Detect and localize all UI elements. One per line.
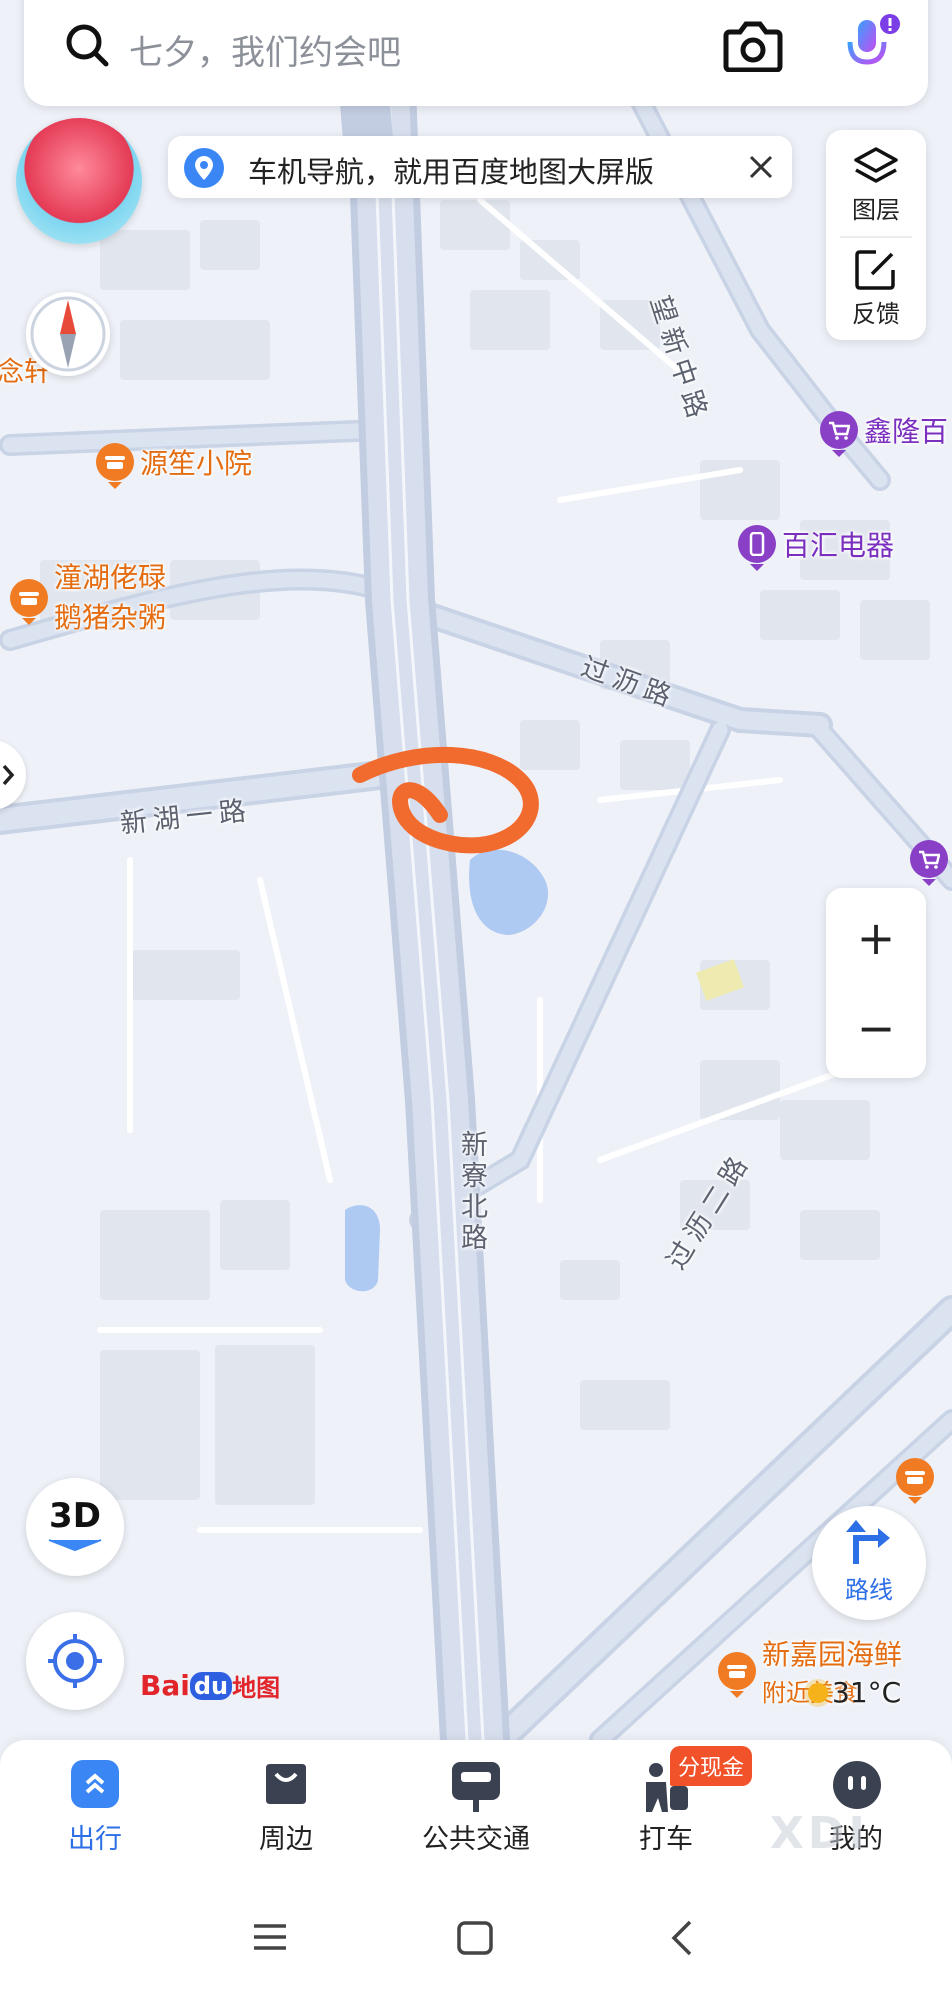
locate-icon [48,1634,102,1688]
locate-button[interactable] [26,1612,124,1710]
travel-icon [71,1760,119,1808]
road-label: 新寮北路 [456,1130,487,1254]
banner-text: 车机导航，就用百度地图大屏版 [248,155,655,189]
temperature: 31°C [832,1676,902,1709]
avatar-promo[interactable] [16,118,142,244]
system-back-button[interactable] [666,1918,696,1962]
nav-travel[interactable]: 出行 [15,1760,175,1860]
poi-restaurant[interactable] [896,1458,934,1504]
zoom-out-button[interactable]: − [826,988,926,1068]
sun-icon [808,1682,828,1703]
search-bar[interactable]: 七夕，我们约会吧 [24,0,928,106]
nav-label: 周边 [259,1824,313,1855]
plane-icon [48,1539,102,1552]
profile-icon [832,1760,882,1814]
route-button[interactable]: 路线 [812,1506,926,1620]
close-icon[interactable] [748,154,774,184]
shopping-cart-icon [820,411,858,457]
three-d-label: 3D [49,1496,101,1536]
divider [840,236,912,238]
menu-icon [254,1924,286,1950]
chevron-right-icon [2,764,15,786]
poi-label: 百汇电器 [782,529,895,562]
layers-button[interactable]: 图层 [826,140,926,232]
system-home-button[interactable] [456,1920,494,1960]
feedback-label: 反馈 [852,300,900,328]
search-icon [64,22,110,72]
nav-label: 公共交通 [422,1824,530,1855]
map-graphics [0,0,952,1775]
shopping-cart-icon [910,840,948,886]
baidu-logo: Bai du 地图 [140,1669,281,1702]
cash-badge: 分现金 [670,1746,753,1786]
nav-taxi[interactable]: 分现金 打车 [586,1746,753,1860]
poi-store[interactable] [910,840,948,886]
system-menu-button[interactable] [252,1922,288,1956]
zoom-in-button[interactable]: + [826,898,926,978]
layers-icon [854,147,898,183]
camera-icon[interactable] [722,20,784,76]
zoom-control: + − [826,888,926,1078]
poi-restaurant[interactable]: 源笙小院 [96,442,253,489]
restaurant-icon [96,443,134,489]
feedback-button[interactable]: 反馈 [826,244,926,336]
poi-store[interactable]: 百汇电器 [738,524,895,571]
voice-mic-icon[interactable] [842,14,902,84]
restaurant-icon [10,579,48,625]
route-arrow-icon [846,1520,890,1564]
restaurant-icon [718,1652,756,1698]
nav-label: 打车 [639,1824,693,1855]
map-canvas[interactable]: 望新中路 过沥路 新湖一路 新寮北路 过沥二路 源笙小院 潼湖佬碌 鹅猪杂粥 百… [0,0,952,1775]
nearby-icon [262,1760,310,1812]
nav-label: 出行 [68,1824,122,1855]
search-input[interactable]: 七夕，我们约会吧 [129,25,401,74]
map-tools-panel: 图层 反馈 [826,130,926,340]
compass-icon [30,296,106,372]
edit-icon [855,250,895,290]
compass-button[interactable] [26,292,110,376]
three-d-button[interactable]: 3D [26,1478,124,1576]
poi-label: 鑫隆百 [864,415,949,448]
nav-nearby[interactable]: 周边 [206,1760,366,1860]
bus-icon [449,1760,503,1818]
side-drawer-handle[interactable] [0,740,26,810]
promo-banner[interactable]: 车机导航，就用百度地图大屏版 [168,136,792,198]
restaurant-icon [896,1458,934,1504]
weather-badge: 31°C [808,1676,901,1709]
route-label: 路线 [845,1576,893,1604]
layers-label: 图层 [852,196,900,224]
poi-restaurant[interactable]: 潼湖佬碌 鹅猪杂粥 [10,558,166,638]
location-pin-icon [184,148,224,188]
poi-store[interactable]: 鑫隆百 [820,410,949,457]
poi-label: 新嘉园海鲜 [762,1638,903,1671]
poi-label: 源笙小院 [140,447,253,480]
phone-icon [738,525,776,571]
watermark: XDI [770,1808,869,1859]
poi-label: 鹅猪杂粥 [54,601,167,634]
home-square-icon [457,1921,493,1955]
nav-transit[interactable]: 公共交通 [396,1760,556,1860]
poi-label: 潼湖佬碌 [54,561,167,594]
back-chevron-icon [671,1920,692,1956]
